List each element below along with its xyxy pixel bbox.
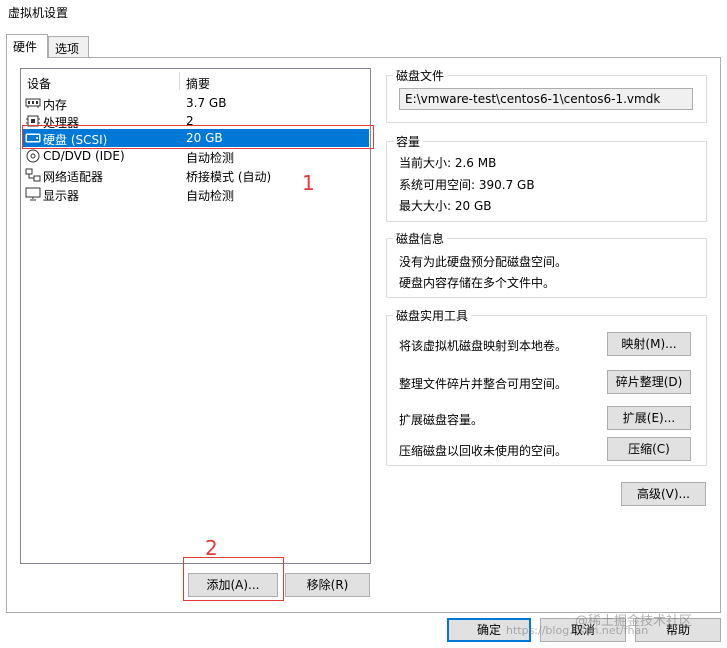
compact-button[interactable]: 压缩(C) xyxy=(607,437,691,461)
tab-options[interactable]: 选项 xyxy=(48,36,89,58)
disk-file-path-field[interactable]: E:\vmware-test\centos6-1\centos6-1.vmdk xyxy=(399,88,693,110)
annotation-label-1: 1 xyxy=(302,171,315,195)
network-adapter-icon xyxy=(25,168,41,182)
disk-utilities-title: 磁盘实用工具 xyxy=(393,307,472,324)
device-summary: 自动检测 xyxy=(186,189,235,203)
device-row-display[interactable]: 显示器 自动检测 xyxy=(23,185,369,203)
watermark-url: https://blog.csdn.net/fhan xyxy=(506,624,649,637)
disk-info-title: 磁盘信息 xyxy=(393,230,448,247)
advanced-button[interactable]: 高级(V)... xyxy=(621,482,706,506)
expand-button[interactable]: 扩展(E)... xyxy=(607,406,691,430)
annotation-box-hard-disk xyxy=(22,125,374,149)
defragment-description: 整理文件碎片并整合可用空间。 xyxy=(399,377,568,391)
device-name: 网络适配器 xyxy=(43,170,104,184)
add-device-button[interactable]: 添加(A)... xyxy=(188,573,278,597)
device-summary: 桥接模式 (自动) xyxy=(186,170,272,184)
remove-device-button[interactable]: 移除(R) xyxy=(285,573,370,597)
display-icon xyxy=(25,187,41,201)
compact-description: 压缩磁盘以回收未使用的空间。 xyxy=(399,444,568,458)
device-name: CD/DVD (IDE) xyxy=(43,149,125,163)
capacity-title: 容量 xyxy=(393,133,424,150)
tab-hardware[interactable]: 硬件 xyxy=(6,34,48,58)
column-header-summary[interactable]: 摘要 xyxy=(186,75,210,92)
device-summary: 3.7 GB xyxy=(186,96,227,110)
defragment-button[interactable]: 碎片整理(D) xyxy=(607,370,691,394)
expand-description: 扩展磁盘容量。 xyxy=(399,413,484,427)
device-row-cd-dvd[interactable]: CD/DVD (IDE) 自动检测 xyxy=(23,147,369,165)
disk-info-line-1: 没有为此硬盘预分配磁盘空间。 xyxy=(399,255,568,269)
column-header-device[interactable]: 设备 xyxy=(27,75,51,92)
disk-file-title: 磁盘文件 xyxy=(393,67,448,84)
map-description: 将该虚拟机磁盘映射到本地卷。 xyxy=(399,339,568,353)
memory-icon xyxy=(25,96,41,110)
device-row-memory[interactable]: 内存 3.7 GB xyxy=(23,94,369,112)
disk-info-line-2: 硬盘内容存储在多个文件中。 xyxy=(399,276,556,290)
device-summary: 自动检测 xyxy=(186,151,235,165)
current-size-text: 当前大小: 2.6 MB xyxy=(399,156,497,170)
device-name: 显示器 xyxy=(43,189,80,203)
cd-dvd-icon xyxy=(25,149,41,163)
map-button[interactable]: 映射(M)... xyxy=(607,332,691,356)
window-title: 虚拟机设置 xyxy=(8,6,69,20)
max-size-text: 最大大小: 20 GB xyxy=(399,199,492,213)
column-separator[interactable] xyxy=(179,72,180,90)
device-name: 内存 xyxy=(43,98,68,112)
device-row-network-adapter[interactable]: 网络适配器 桥接模式 (自动) xyxy=(23,166,369,184)
system-free-space-text: 系统可用空间: 390.7 GB xyxy=(399,178,535,192)
